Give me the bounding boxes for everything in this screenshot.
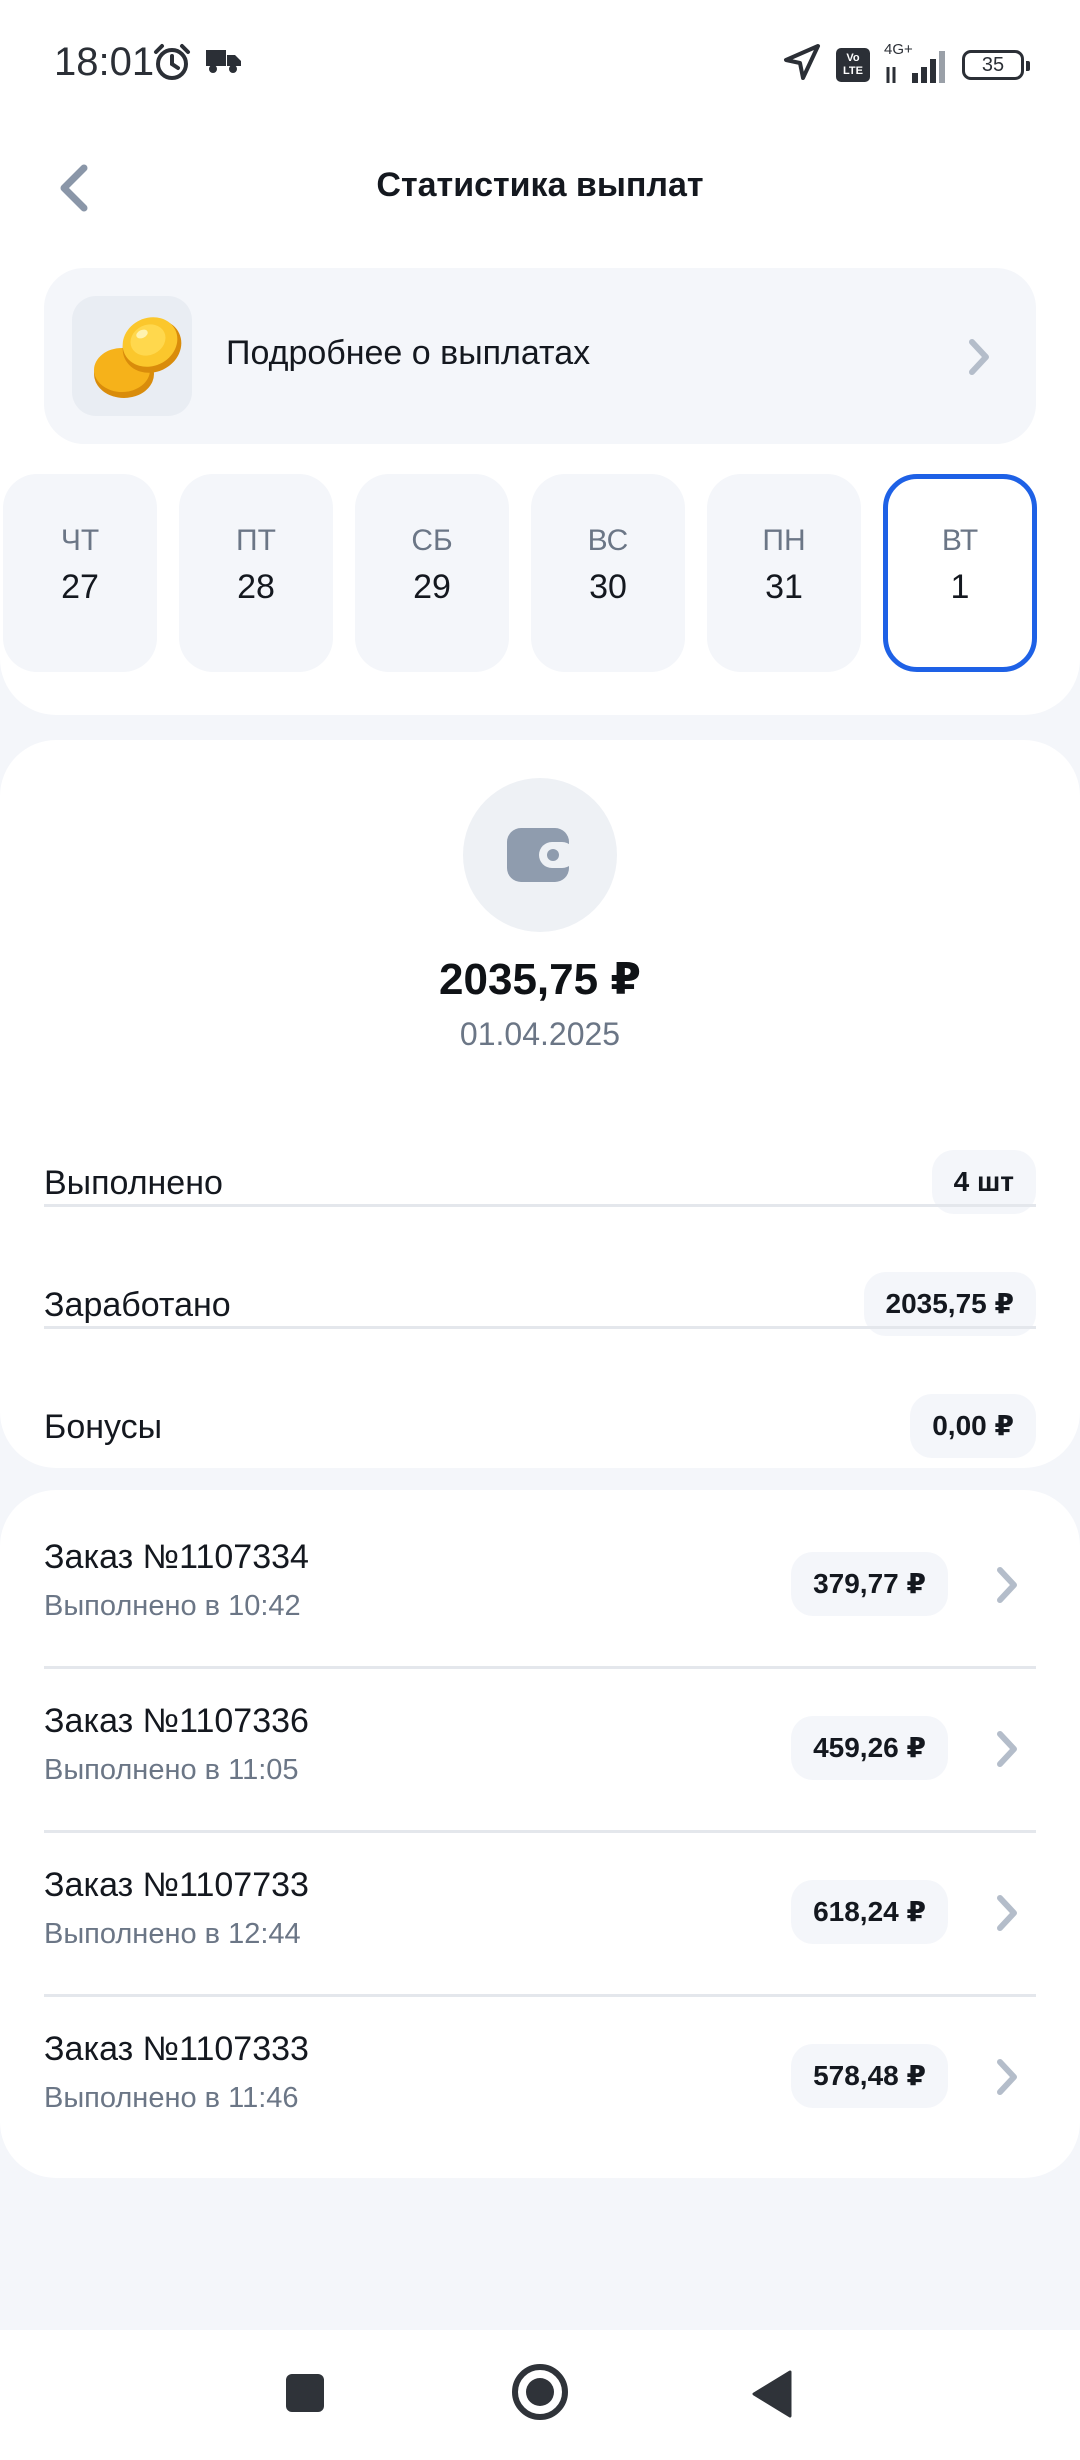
day-number: 27	[61, 568, 99, 606]
day-name: ЧТ	[60, 524, 100, 557]
wallet-badge	[463, 778, 617, 932]
day-number: 29	[413, 568, 451, 606]
order-time: Выполнено в 10:42	[44, 1590, 301, 1622]
day-chip[interactable]: ПН 31	[707, 474, 861, 672]
order-title: Заказ №1107336	[44, 1702, 309, 1740]
alarm-icon	[152, 42, 192, 87]
payout-info-label: Подробнее о выплатах	[226, 334, 591, 372]
day-chip-selected[interactable]: ВТ 1	[883, 474, 1037, 672]
chevron-right-icon	[994, 1730, 1020, 1773]
system-nav-bar	[0, 2330, 1080, 2460]
day-chip[interactable]: СБ 29	[355, 474, 509, 672]
day-name: СБ	[411, 524, 453, 557]
order-time: Выполнено в 11:05	[44, 1754, 299, 1786]
nav-home-icon[interactable]	[512, 2364, 568, 2420]
stat-row-bonuses: Бонусы 0,00 ₽	[44, 1366, 1036, 1488]
order-row[interactable]: Заказ №1107334 Выполнено в 10:42 379,77 …	[44, 1490, 1036, 1654]
chevron-right-icon	[966, 338, 992, 381]
day-name: ВТ	[941, 524, 979, 557]
order-row[interactable]: Заказ №1107336 Выполнено в 11:05 459,26 …	[44, 1654, 1036, 1818]
coins-icon	[72, 296, 192, 416]
summary-card: 2035,75 ₽ 01.04.2025 Выполнено 4 шт Зара…	[0, 740, 1080, 1468]
order-amount: 459,26 ₽	[791, 1716, 948, 1780]
order-row[interactable]: Заказ №1107333 Выполнено в 11:46 578,48 …	[44, 1982, 1036, 2146]
day-chip[interactable]: ВС 30	[531, 474, 685, 672]
order-amount: 578,48 ₽	[791, 2044, 948, 2108]
nav-recents-icon[interactable]	[286, 2374, 324, 2412]
stat-row-earned: Заработано 2035,75 ₽	[44, 1244, 1036, 1366]
stat-row-completed: Выполнено 4 шт	[44, 1122, 1036, 1244]
total-amount: 2035,75 ₽	[439, 955, 641, 1004]
page-title: Статистика выплат	[376, 166, 704, 204]
day-name: ПТ	[236, 524, 276, 557]
divider	[44, 1204, 1036, 1207]
order-amount: 379,77 ₽	[791, 1552, 948, 1616]
order-amount: 618,24 ₽	[791, 1880, 948, 1944]
order-time: Выполнено в 12:44	[44, 1918, 301, 1950]
payout-info-card[interactable]: Подробнее о выплатах	[44, 268, 1036, 444]
status-time: 18:01	[54, 40, 155, 84]
divider	[44, 1326, 1036, 1329]
day-name: ПН	[762, 524, 806, 557]
day-number: 1	[950, 568, 970, 606]
day-selector: ЧТ 27 ПТ 28 СБ 29 ВС 30 ПН 31 ВТ 1	[0, 474, 1080, 672]
volte-badge: Vo LTE	[836, 47, 870, 82]
orders-list: Заказ №1107334 Выполнено в 10:42 379,77 …	[0, 1490, 1080, 2178]
signal-icon: 4G+	[884, 41, 948, 85]
order-row[interactable]: Заказ №1107733 Выполнено в 12:44 618,24 …	[44, 1818, 1036, 1982]
day-chip[interactable]: ПТ 28	[179, 474, 333, 672]
stat-label: Выполнено	[44, 1164, 223, 1202]
battery-icon: 35	[962, 49, 1030, 80]
status-bar: 18:01 Vo LTE 4G+ 35	[0, 0, 1080, 130]
summary-date: 01.04.2025	[459, 1016, 621, 1052]
stat-label: Заработано	[44, 1286, 231, 1324]
day-number: 30	[589, 568, 627, 606]
day-number: 28	[237, 568, 275, 606]
chevron-right-icon	[994, 1566, 1020, 1609]
nav-back-icon[interactable]	[752, 2370, 792, 2423]
truck-icon	[206, 48, 242, 79]
order-title: Заказ №1107733	[44, 1866, 309, 1904]
day-name: ВС	[587, 524, 629, 557]
day-chip[interactable]: ЧТ 27	[3, 474, 157, 672]
wallet-icon	[507, 828, 575, 882]
order-title: Заказ №1107334	[44, 1538, 309, 1576]
location-arrow-icon	[782, 42, 822, 87]
stat-value: 0,00 ₽	[910, 1394, 1036, 1458]
stat-label: Бонусы	[44, 1408, 163, 1446]
chevron-right-icon	[994, 1894, 1020, 1937]
order-time: Выполнено в 11:46	[44, 2082, 299, 2114]
order-title: Заказ №1107333	[44, 2030, 309, 2068]
chevron-right-icon	[994, 2058, 1020, 2101]
day-number: 31	[765, 568, 803, 606]
